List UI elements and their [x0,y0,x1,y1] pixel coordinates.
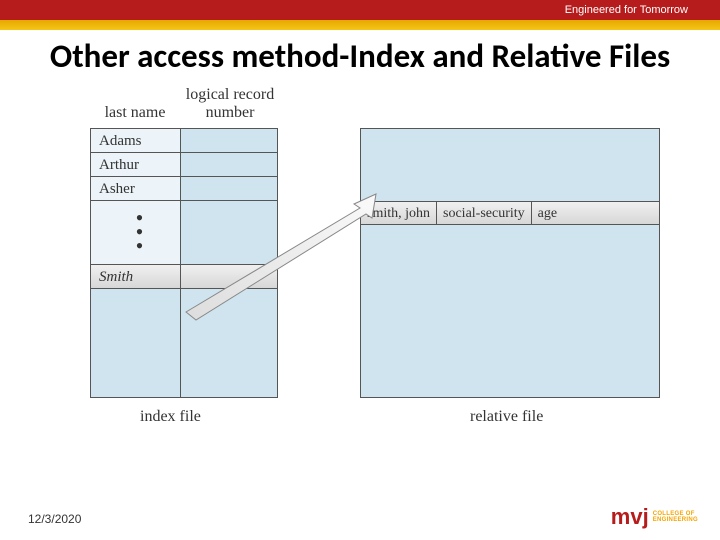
index-name-cell: Arthur [91,153,181,176]
index-ellipsis-row: ••• [91,201,277,265]
relative-record-row: smith, john social-security age [361,201,659,225]
header-last-name: last name [90,104,180,122]
diagram: last name logical record number Adams Ar… [50,84,670,444]
index-name-cell: Smith [91,265,181,288]
index-row: Asher [91,177,277,201]
logo-subtext: ENGINEERING [653,517,698,523]
tagline: Engineered for Tomorrow [553,0,700,20]
index-row: Arthur [91,153,277,177]
header-logical-record: logical record number [180,86,280,121]
index-row-selected: Smith [91,265,277,289]
header-strip: Engineered for Tomorrow [0,0,720,20]
relative-age-cell: age [532,202,563,224]
ellipsis-icon: ••• [91,201,181,264]
index-num-cell [181,201,277,264]
caption-relative-file: relative file [470,408,543,426]
caption-index-file: index file [140,408,201,426]
relative-ssn-cell: social-security [437,202,532,224]
relative-name-cell: smith, john [361,202,437,224]
index-file-box: Adams Arthur Asher ••• Smith [90,128,278,398]
index-name-cell: Adams [91,129,181,152]
college-logo: mvj COLLEGE OF ENGINEERING [611,504,698,530]
footer-date: 12/3/2020 [28,512,81,526]
title-wrap: Other access method-Index and Relative F… [0,30,720,78]
index-num-cell [181,177,277,200]
index-num-cell [181,153,277,176]
logo-text: mvj [611,504,649,530]
index-empty-area [91,289,277,397]
index-num-cell [181,265,277,288]
index-row: Adams [91,129,277,153]
accent-bar [0,20,720,30]
relative-file-box: smith, john social-security age [360,128,660,398]
page-title: Other access method-Index and Relative F… [40,38,680,74]
index-name-cell: Asher [91,177,181,200]
index-num-cell [181,129,277,152]
